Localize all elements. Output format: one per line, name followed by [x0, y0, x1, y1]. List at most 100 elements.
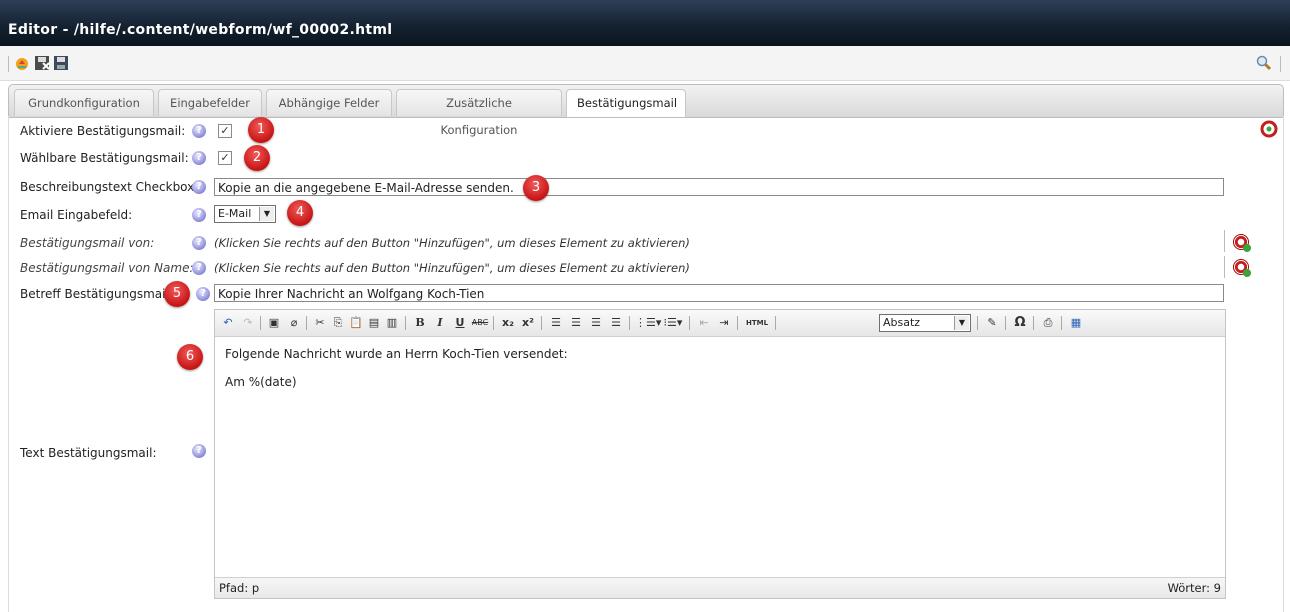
callout-badge-6: 6: [177, 344, 203, 370]
editor-toolbar-separator: [1005, 316, 1006, 330]
tab-zusaetzliche-konfiguration[interactable]: Zusätzliche Konfiguration: [396, 89, 562, 137]
target-icon[interactable]: [1260, 120, 1278, 138]
email-field-select[interactable]: E-Mail ▼: [214, 205, 276, 223]
cut-icon[interactable]: ✂: [311, 314, 329, 332]
help-icon[interactable]: ?: [192, 208, 206, 222]
selectable-confirmation-checkbox[interactable]: ✓: [218, 151, 232, 165]
callout-badge-5: 5: [164, 281, 190, 307]
format-select[interactable]: Absatz ▼: [879, 314, 971, 332]
help-icon[interactable]: ?: [192, 124, 206, 138]
align-justify-icon[interactable]: ☰: [607, 314, 625, 332]
add-element-button[interactable]: [1233, 234, 1251, 252]
redo-icon[interactable]: ↷: [239, 314, 257, 332]
print-icon[interactable]: ⎙: [1039, 314, 1057, 332]
confirmation-from-name-hint: (Klicken Sie rechts auf den Button "Hinz…: [214, 261, 690, 275]
chevron-down-icon: ▼: [954, 316, 969, 330]
align-right-icon[interactable]: ☰: [587, 314, 605, 332]
underline-icon[interactable]: U: [451, 314, 469, 332]
help-icon[interactable]: ?: [192, 236, 206, 250]
confirmation-from-hint: (Klicken Sie rechts auf den Button "Hinz…: [214, 236, 690, 250]
word-count: Wörter: 9: [1167, 581, 1221, 595]
bullet-list-icon[interactable]: ⁝☰▾: [661, 314, 685, 332]
editor-toolbar-separator: [1033, 316, 1034, 330]
paste-text-icon[interactable]: ▤: [365, 314, 383, 332]
tab-eingabefelder[interactable]: Eingabefelder: [158, 89, 262, 116]
confirmation-from-name-label: Bestätigungsmail von Name:: [20, 261, 194, 275]
indent-icon[interactable]: ⇥: [715, 314, 733, 332]
email-field-selected-value: E-Mail: [218, 207, 252, 220]
undo-icon[interactable]: ↶: [219, 314, 237, 332]
remove-format-icon[interactable]: ⌀: [285, 314, 303, 332]
edit-document-icon[interactable]: ✎: [983, 314, 1001, 332]
html-source-button[interactable]: HTML: [742, 314, 772, 332]
window-title: Editor - /hilfe/.content/webform/wf_0000…: [8, 22, 393, 38]
align-center-icon[interactable]: ☰: [567, 314, 585, 332]
select-all-icon[interactable]: ▣: [265, 314, 283, 332]
subscript-icon[interactable]: x₂: [499, 314, 517, 332]
align-left-icon[interactable]: ☰: [547, 314, 565, 332]
checkbox-description-label: Beschreibungstext Checkbox:: [20, 180, 199, 194]
checkbox-description-input[interactable]: Kopie an die angegebene E-Mail-Adresse s…: [214, 178, 1224, 196]
save-close-icon[interactable]: [34, 55, 50, 71]
numbered-list-icon[interactable]: ⋮☰▾: [635, 314, 661, 332]
callout-badge-1: 1: [248, 117, 274, 143]
special-char-icon[interactable]: Ω: [1011, 314, 1029, 332]
editor-toolbar: ↶ ↷ ▣ ⌀ ✂ ⎘ 📋 ▤ ▥ B I U ABC x₂ x² ☰ ☰ ☰ …: [215, 310, 1225, 337]
confirmation-subject-label: Betreff Bestätigungsmail:: [20, 287, 173, 301]
help-icon[interactable]: ?: [192, 180, 206, 194]
outdent-icon[interactable]: ⇤: [695, 314, 713, 332]
selectable-confirmation-label: Wählbare Bestätigungsmail:: [20, 151, 189, 165]
editor-body-line: Folgende Nachricht wurde an Herrn Koch-T…: [225, 347, 568, 361]
editor-toolbar-separator: [775, 316, 776, 330]
italic-icon[interactable]: I: [431, 314, 449, 332]
row-separator: [1224, 230, 1225, 252]
editor-body[interactable]: Folgende Nachricht wurde an Herrn Koch-T…: [215, 337, 1225, 575]
activate-confirmation-label: Aktiviere Bestätigungsmail:: [20, 124, 186, 138]
email-field-label: Email Eingabefeld:: [20, 208, 133, 222]
confirmation-from-label: Bestätigungsmail von:: [20, 236, 155, 250]
confirmation-text-label: Text Bestätigungsmail:: [20, 446, 157, 460]
rich-text-editor: ↶ ↷ ▣ ⌀ ✂ ⎘ 📋 ▤ ▥ B I U ABC x₂ x² ☰ ☰ ☰ …: [214, 309, 1226, 599]
bold-icon[interactable]: B: [411, 314, 429, 332]
format-selected-value: Absatz: [883, 316, 921, 329]
editor-toolbar-separator: [737, 316, 738, 330]
help-icon[interactable]: ?: [192, 151, 206, 165]
editor-toolbar-separator: [629, 316, 630, 330]
tab-bestaetigungsmail[interactable]: Bestätigungsmail: [566, 89, 686, 117]
superscript-icon[interactable]: x²: [519, 314, 537, 332]
help-icon[interactable]: ?: [192, 444, 206, 458]
editor-toolbar-separator: [405, 316, 406, 330]
tab-bar: Grundkonfiguration Eingabefelder Abhängi…: [8, 84, 1284, 137]
add-element-button[interactable]: [1233, 259, 1251, 277]
paste-word-icon[interactable]: ▥: [383, 314, 401, 332]
editor-toolbar-separator: [541, 316, 542, 330]
chevron-down-icon: ▼: [259, 207, 274, 221]
confirmation-subject-input[interactable]: Kopie Ihrer Nachricht an Wolfgang Koch-T…: [214, 284, 1224, 302]
editor-toolbar-separator: [977, 316, 978, 330]
callout-badge-3: 3: [523, 175, 549, 201]
tab-grundkonfiguration[interactable]: Grundkonfiguration: [14, 89, 154, 116]
callout-badge-4: 4: [287, 200, 313, 226]
copy-icon[interactable]: ⎘: [329, 314, 347, 332]
main-toolbar: [0, 46, 1290, 81]
help-icon[interactable]: ?: [192, 261, 206, 275]
strikethrough-icon[interactable]: ABC: [471, 314, 489, 332]
help-icon[interactable]: ?: [196, 287, 210, 301]
toolbar-separator: [8, 56, 9, 72]
editor-path: Pfad: p: [219, 581, 260, 595]
editor-toolbar-separator: [493, 316, 494, 330]
publish-icon[interactable]: [14, 55, 30, 71]
toolbar-separator: [1280, 56, 1281, 72]
callout-badge-2: 2: [244, 145, 270, 171]
row-separator: [1224, 256, 1225, 278]
activate-confirmation-checkbox[interactable]: ✓: [218, 124, 232, 138]
editor-toolbar-separator: [260, 316, 261, 330]
search-icon[interactable]: [1256, 55, 1272, 71]
paste-icon[interactable]: 📋: [347, 314, 365, 332]
window-titlebar: Editor - /hilfe/.content/webform/wf_0000…: [0, 0, 1290, 46]
editor-toolbar-separator: [689, 316, 690, 330]
save-icon[interactable]: [53, 55, 69, 71]
fullscreen-icon[interactable]: ▦: [1067, 314, 1085, 332]
tab-abhaengige-felder[interactable]: Abhängige Felder: [266, 89, 392, 116]
editor-toolbar-separator: [1061, 316, 1062, 330]
